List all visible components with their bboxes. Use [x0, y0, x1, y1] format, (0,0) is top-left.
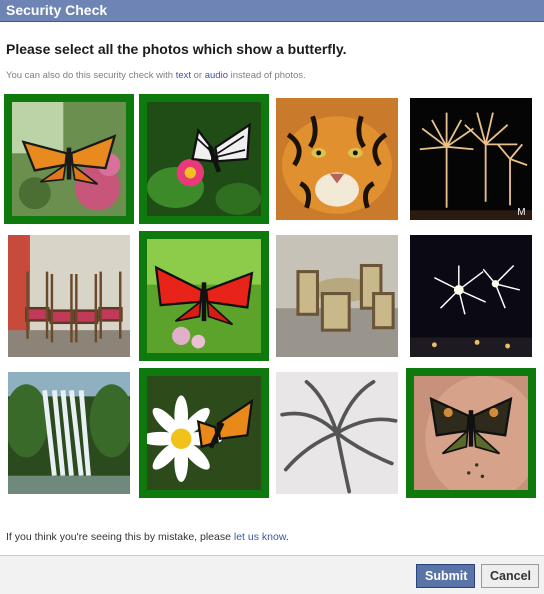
fireworks-photo: M	[410, 98, 532, 220]
photo-tile[interactable]	[139, 368, 269, 498]
dining-chairs-photo	[276, 235, 398, 357]
dialog-titlebar: Security Check	[0, 0, 544, 22]
photo-tile[interactable]	[272, 94, 402, 224]
photo-tile[interactable]: M	[406, 94, 536, 224]
photo-tile[interactable]	[406, 368, 536, 498]
dialog-footer: Submit Cancel	[0, 555, 544, 594]
butterfly-photo	[147, 376, 261, 490]
let-us-know-link[interactable]: let us know	[234, 531, 286, 543]
chairs-photo	[8, 235, 130, 357]
photo-tile[interactable]	[272, 231, 402, 361]
audio-option-link[interactable]: audio	[205, 70, 228, 81]
fireworks-photo	[410, 235, 532, 357]
photo-tile[interactable]	[272, 368, 402, 498]
photo-tile[interactable]	[139, 94, 269, 224]
photo-grid: M	[4, 94, 540, 502]
dialog-title: Security Check	[6, 2, 108, 18]
waterfall-photo	[8, 372, 130, 494]
page-heading: Please select all the photos which show …	[6, 41, 347, 57]
photo-tile[interactable]	[406, 231, 536, 361]
tiger-photo	[276, 98, 398, 220]
alternative-options-text: You can also do this security check with…	[6, 70, 306, 81]
svg-text:M: M	[517, 207, 525, 218]
submit-button[interactable]: Submit	[416, 564, 475, 588]
butterfly-tattoo-photo	[414, 376, 528, 490]
butterfly-photo	[12, 102, 126, 216]
palm-tree-sketch-photo	[276, 372, 398, 494]
photo-tile[interactable]	[4, 368, 134, 498]
cancel-button[interactable]: Cancel	[481, 564, 539, 588]
butterfly-photo	[147, 239, 261, 353]
photo-tile[interactable]	[4, 231, 134, 361]
mistake-notice: If you think you're seeing this by mista…	[6, 531, 289, 543]
photo-tile[interactable]	[139, 231, 269, 361]
photo-tile[interactable]	[4, 94, 134, 224]
butterfly-photo	[147, 102, 261, 216]
text-option-link[interactable]: text	[176, 70, 191, 81]
